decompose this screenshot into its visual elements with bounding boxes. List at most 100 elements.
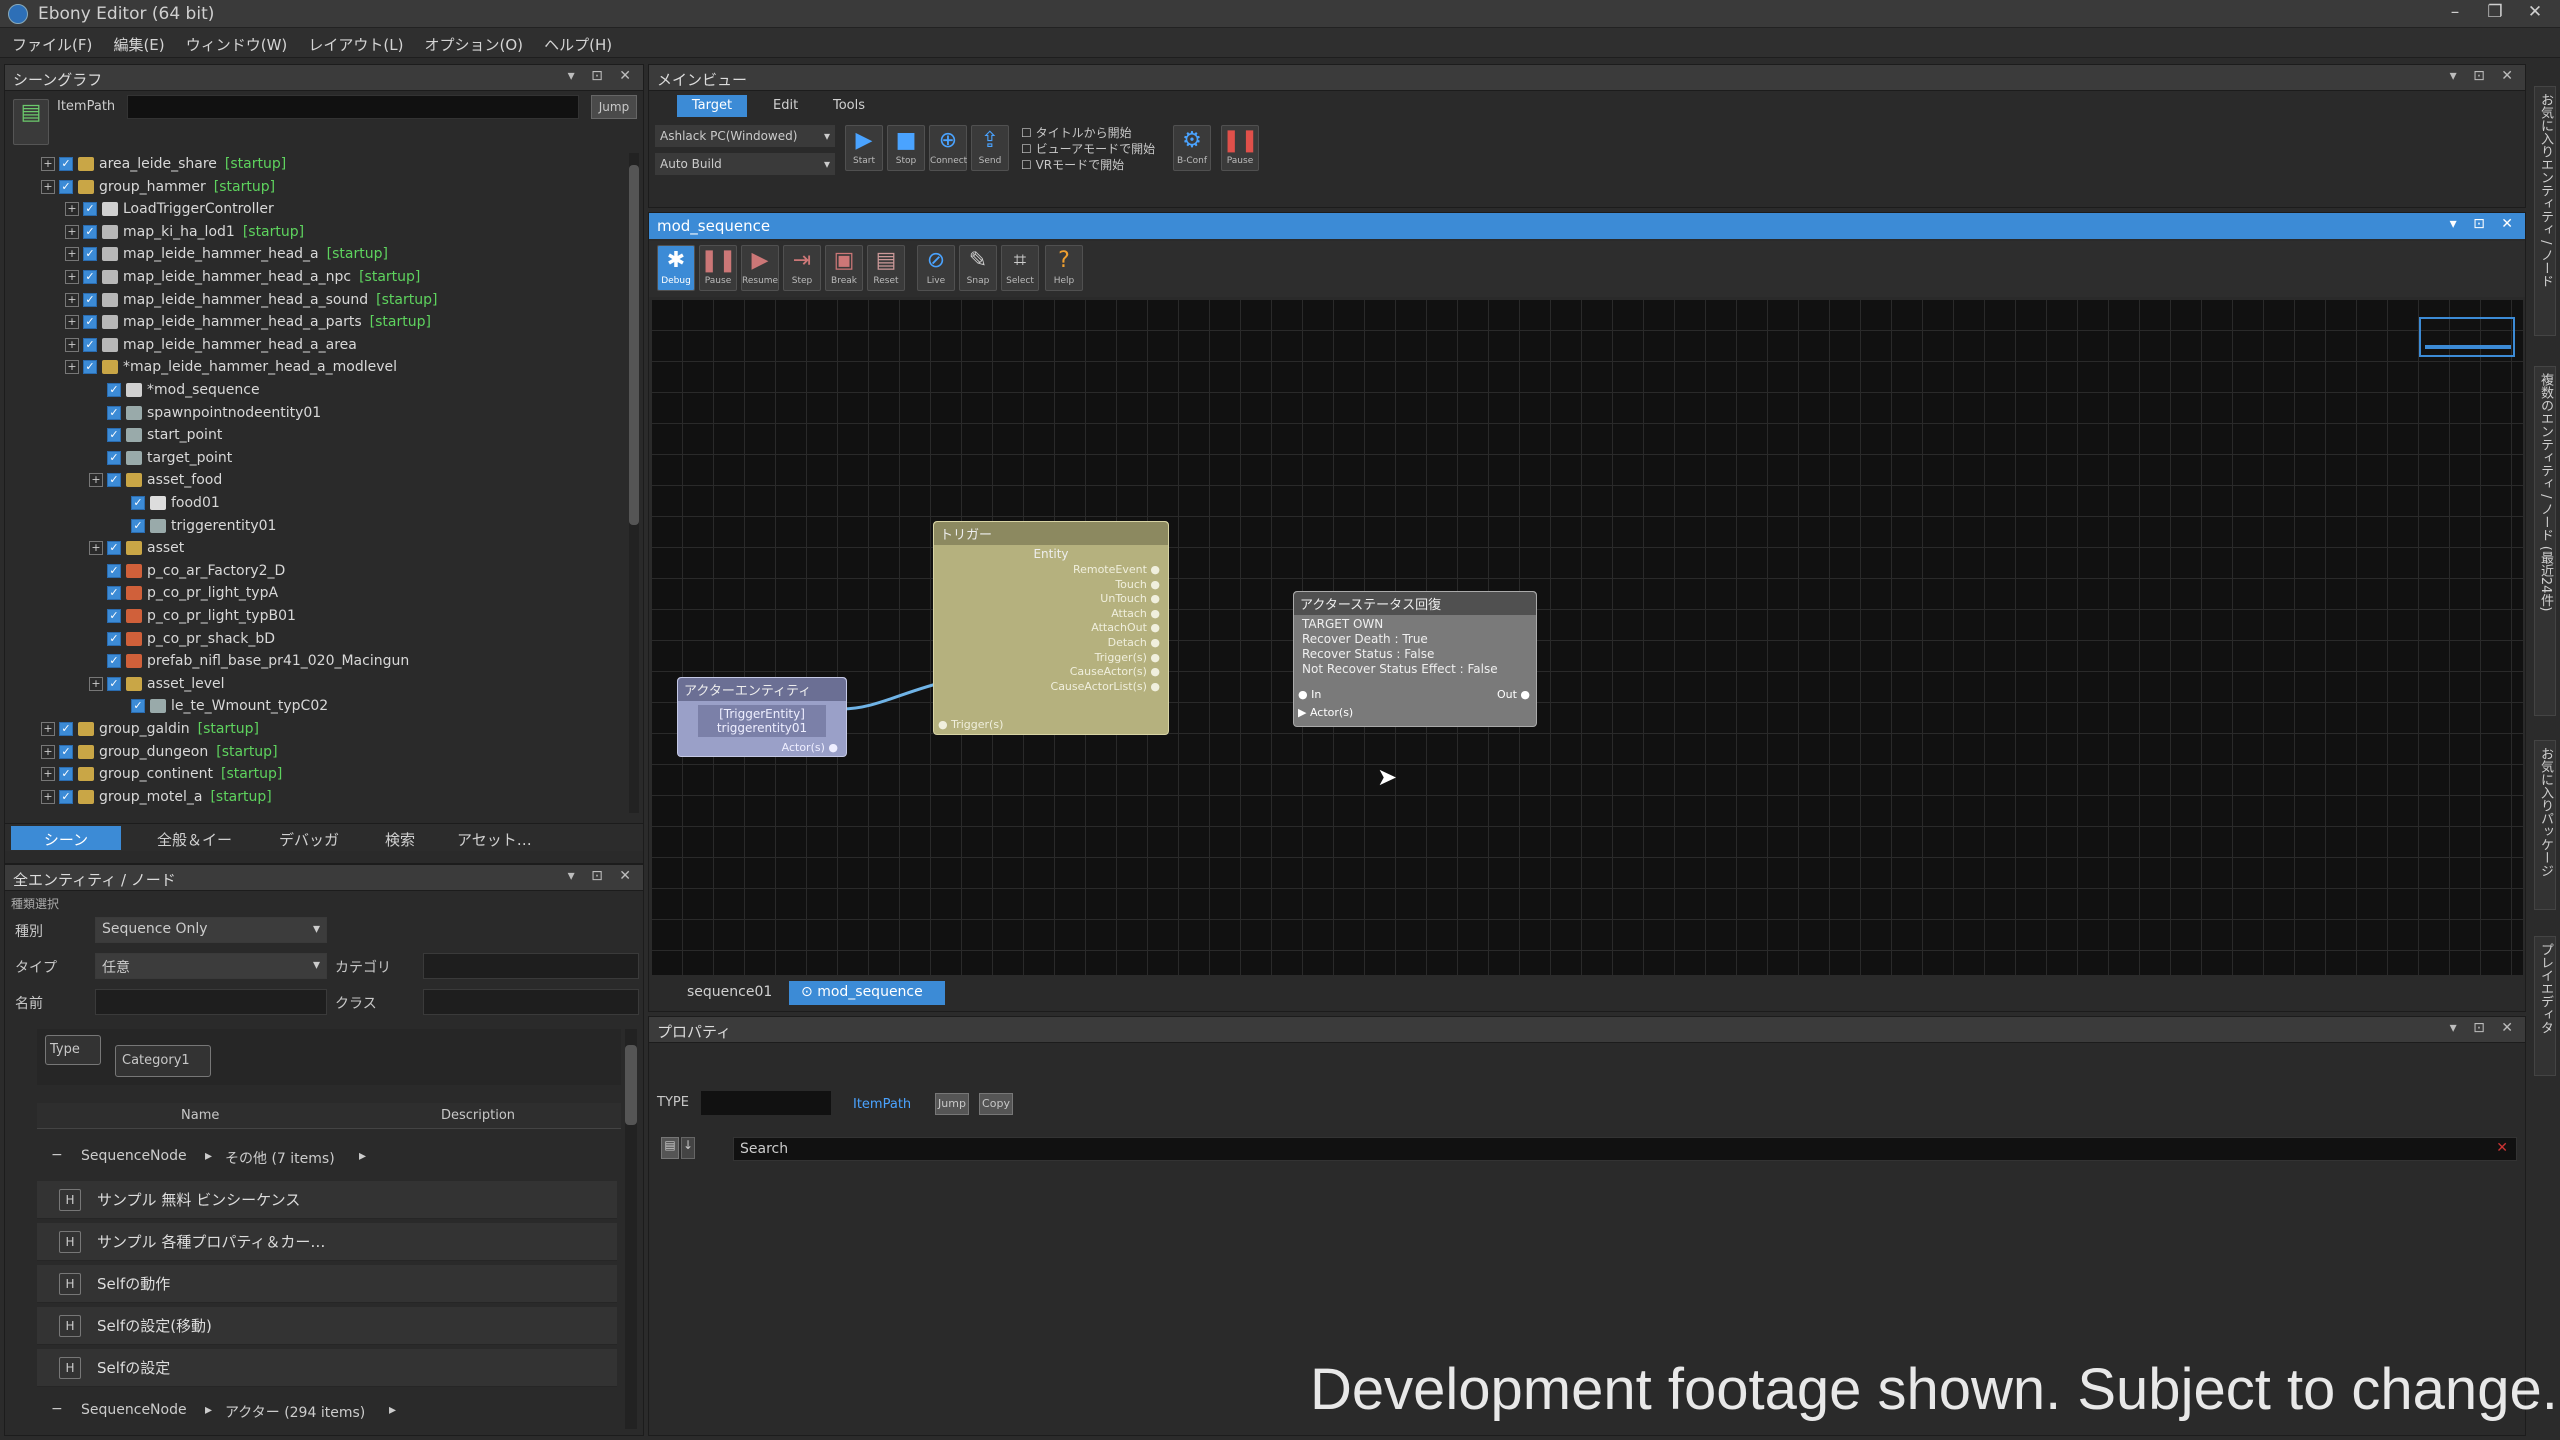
column-description[interactable]: Description	[441, 1108, 515, 1123]
item-path-input[interactable]	[127, 95, 579, 119]
tree-item[interactable]: ✓ spawnpointnodeentity01	[89, 402, 321, 424]
group-chip-type[interactable]: Type	[45, 1035, 101, 1065]
expand-icon[interactable]: +	[65, 360, 79, 375]
expand-icon[interactable]: +	[89, 473, 103, 488]
visibility-checkbox[interactable]: ✓	[83, 247, 97, 262]
visibility-checkbox[interactable]: ✓	[107, 541, 121, 556]
debug-button[interactable]: ✱ Debug	[657, 245, 695, 291]
expand-icon[interactable]: +	[41, 789, 55, 804]
visibility-checkbox[interactable]: ✓	[107, 563, 121, 578]
node-actor-status[interactable]: アクターステータス回復 TARGET OWN Recover Death : T…	[1293, 591, 1537, 727]
tree-item[interactable]: ✓ p_co_pr_light_typA	[89, 582, 278, 604]
list-item[interactable]: H サンプル 無料 ビンシーケンス	[37, 1181, 617, 1219]
tab-edit[interactable]: Edit	[761, 95, 810, 117]
collapse-icon[interactable]: −	[51, 1147, 63, 1163]
target-select[interactable]: Ashlack PC(Windowed) ▾	[655, 125, 835, 147]
node-actor-status-out-port[interactable]: Out ●	[1497, 688, 1530, 701]
tree-item[interactable]: + ✓ map_leide_hammer_head_a_sound [startup]	[65, 289, 437, 311]
tab-scene[interactable]: シーン	[11, 826, 121, 850]
select-button[interactable]: ⌗ Select	[1001, 245, 1039, 291]
property-search-input[interactable]: Search ✕	[733, 1137, 2517, 1161]
visibility-checkbox[interactable]: ✓	[83, 315, 97, 330]
category-input[interactable]	[423, 953, 639, 979]
tree-item[interactable]: ✓ p_co_ar_Factory2_D	[89, 560, 285, 582]
visibility-checkbox[interactable]: ✓	[83, 224, 97, 239]
group-chip-category[interactable]: Category1	[115, 1045, 211, 1077]
tab-general[interactable]: 全般＆イー	[145, 826, 244, 850]
kind-select[interactable]: Sequence Only ▾	[95, 917, 327, 943]
tab-tools[interactable]: Tools	[821, 95, 877, 117]
visibility-checkbox[interactable]: ✓	[83, 360, 97, 375]
side-tab-packages[interactable]: お気に入りパッケージ	[2534, 740, 2556, 910]
expand-icon[interactable]: +	[65, 337, 79, 352]
close-window-button[interactable]: ✕	[2520, 2, 2550, 26]
node-trigger[interactable]: トリガー Entity RemoteEvent ● Touch ● UnTouch …	[933, 521, 1169, 735]
pause-button[interactable]: ❚❚ Pause	[1221, 125, 1259, 171]
categorized-view-icon[interactable]: ▤	[661, 1137, 679, 1159]
expand-icon[interactable]: +	[41, 722, 55, 736]
node-actor-status-in-port[interactable]: ● In	[1298, 688, 1321, 701]
trigger-output-port[interactable]: Detach ●	[934, 636, 1160, 651]
expand-icon[interactable]: +	[65, 247, 79, 262]
tree-item[interactable]: + ✓ area_leide_share [startup]	[41, 153, 286, 175]
trigger-output-port[interactable]: Trigger(s) ●	[934, 651, 1160, 666]
column-name[interactable]: Name	[181, 1108, 219, 1123]
type-select[interactable]: 任意 ▾	[95, 953, 327, 979]
tree-item[interactable]: ✓ start_point	[89, 424, 222, 446]
stop-button[interactable]: ■ Stop	[887, 125, 925, 171]
tree-item[interactable]: + ✓ asset_food	[89, 469, 222, 491]
bconf-button[interactable]: ⚙ B-Conf	[1173, 125, 1211, 171]
panel-controls-icon[interactable]: ▾ ⊡ ✕	[568, 68, 637, 84]
trigger-output-port[interactable]: UnTouch ●	[934, 592, 1160, 607]
trigger-output-port[interactable]: AttachOut ●	[934, 621, 1160, 636]
visibility-checkbox[interactable]: ✓	[107, 676, 121, 691]
side-tab-recent[interactable]: 複数のエンティティ / ノード (最近24件)	[2534, 366, 2556, 716]
menu-file[interactable]: ファイル(F)	[4, 28, 100, 61]
tree-item[interactable]: + ✓ map_ki_ha_lod1 [startup]	[65, 221, 304, 243]
group-row-actor[interactable]: − SequenceNode ▸ アクター (294 items) ▸	[37, 1399, 621, 1425]
list-item[interactable]: H Selfの設定(移動)	[37, 1307, 617, 1345]
option-viewer-mode[interactable]: ☐ ビューアモードで開始	[1021, 141, 1155, 157]
tree-item[interactable]: ✓ triggerentity01	[113, 515, 276, 537]
visibility-checkbox[interactable]: ✓	[131, 699, 145, 714]
tree-item[interactable]: ✓ food01	[113, 492, 220, 514]
visibility-checkbox[interactable]: ✓	[131, 496, 145, 510]
tree-item[interactable]: ✓ prefab_nifl_base_pr41_020_Macingun	[89, 650, 409, 672]
expand-icon[interactable]: +	[65, 224, 79, 239]
option-vr-mode[interactable]: ☐ VRモードで開始	[1021, 157, 1155, 173]
list-item[interactable]: H Selfの動作	[37, 1265, 617, 1303]
panel-controls-icon[interactable]: ▾ ⊡ ✕	[568, 868, 637, 884]
expand-icon[interactable]: +	[89, 541, 103, 556]
tree-item[interactable]: + ✓ asset_level	[89, 673, 225, 695]
expand-icon[interactable]: +	[41, 179, 55, 194]
visibility-checkbox[interactable]: ✓	[107, 654, 121, 669]
visibility-checkbox[interactable]: ✓	[107, 609, 121, 623]
visibility-checkbox[interactable]: ✓	[107, 383, 121, 397]
tab-mod-sequence[interactable]: ⊙ mod_sequence	[789, 981, 945, 1005]
trigger-output-port[interactable]: CauseActor(s) ●	[934, 665, 1160, 680]
tree-item[interactable]: ✓ le_te_Wmount_typC02	[113, 695, 328, 717]
tab-debugger[interactable]: デバッガ	[267, 826, 351, 850]
visibility-checkbox[interactable]: ✓	[83, 292, 97, 307]
list-item[interactable]: H サンプル 各種プロパティ＆カー…	[37, 1223, 617, 1261]
visibility-checkbox[interactable]: ✓	[107, 428, 121, 443]
visibility-checkbox[interactable]: ✓	[59, 789, 73, 804]
expand-icon[interactable]: +	[41, 157, 55, 171]
visibility-checkbox[interactable]: ✓	[83, 270, 97, 284]
resume-button[interactable]: ▶ Resume	[741, 245, 779, 291]
visibility-checkbox[interactable]: ✓	[59, 767, 73, 782]
tree-item[interactable]: + ✓ map_leide_hammer_head_a_npc [startup]	[65, 266, 420, 288]
maximize-button[interactable]: ❐	[2480, 2, 2510, 26]
live-button[interactable]: ⊘ Live	[917, 245, 955, 291]
visibility-checkbox[interactable]: ✓	[59, 744, 73, 759]
expand-icon[interactable]: +	[41, 767, 55, 782]
tree-item[interactable]: + ✓ group_hammer [startup]	[41, 176, 275, 198]
tab-asset[interactable]: アセット…	[445, 826, 544, 850]
visibility-checkbox[interactable]: ✓	[83, 202, 97, 217]
panel-controls-icon[interactable]: ▾ ⊡ ✕	[2450, 216, 2519, 232]
tree-item[interactable]: + ✓ group_continent [startup]	[41, 763, 282, 785]
menu-layout[interactable]: レイアウト(L)	[300, 28, 411, 61]
group-row-other[interactable]: − SequenceNode ▸ その他 (7 items) ▸	[37, 1145, 621, 1171]
jump-button[interactable]: Jump	[591, 95, 637, 119]
visibility-checkbox[interactable]: ✓	[59, 179, 73, 194]
